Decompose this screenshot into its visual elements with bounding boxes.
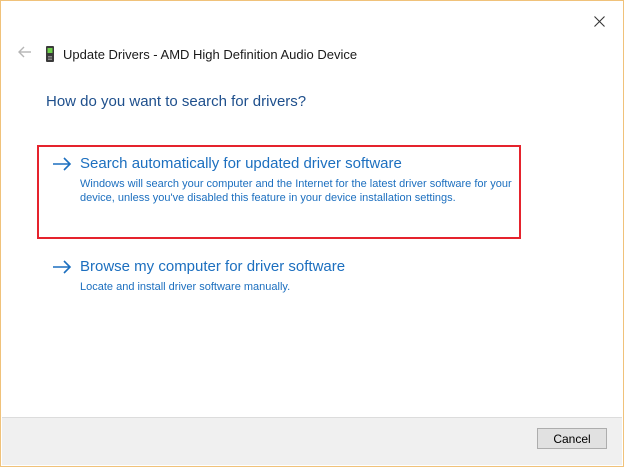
arrow-right-icon bbox=[52, 154, 74, 174]
option-description: Windows will search your computer and th… bbox=[80, 178, 512, 204]
window-title: Update Drivers - AMD High Definition Aud… bbox=[63, 46, 358, 62]
back-button[interactable] bbox=[13, 43, 37, 65]
audio-device-icon bbox=[45, 46, 55, 62]
arrow-right-icon bbox=[52, 257, 74, 277]
browse-computer-option[interactable]: Browse my computer for driver software L… bbox=[52, 257, 520, 294]
option-title: Browse my computer for driver software bbox=[80, 258, 346, 275]
update-drivers-dialog: Update Drivers - AMD High Definition Aud… bbox=[0, 0, 624, 467]
dialog-header: Update Drivers - AMD High Definition Aud… bbox=[13, 43, 357, 65]
close-icon bbox=[593, 14, 605, 32]
page-heading: How do you want to search for drivers? bbox=[46, 93, 307, 110]
close-button[interactable] bbox=[585, 9, 613, 37]
search-automatically-option[interactable]: Search automatically for updated driver … bbox=[52, 154, 520, 205]
option-title: Search automatically for updated driver … bbox=[80, 155, 402, 172]
dialog-footer: Cancel bbox=[2, 417, 622, 465]
option-description: Locate and install driver software manua… bbox=[80, 281, 291, 293]
back-arrow-icon bbox=[18, 45, 32, 63]
cancel-button[interactable]: Cancel bbox=[537, 428, 607, 449]
